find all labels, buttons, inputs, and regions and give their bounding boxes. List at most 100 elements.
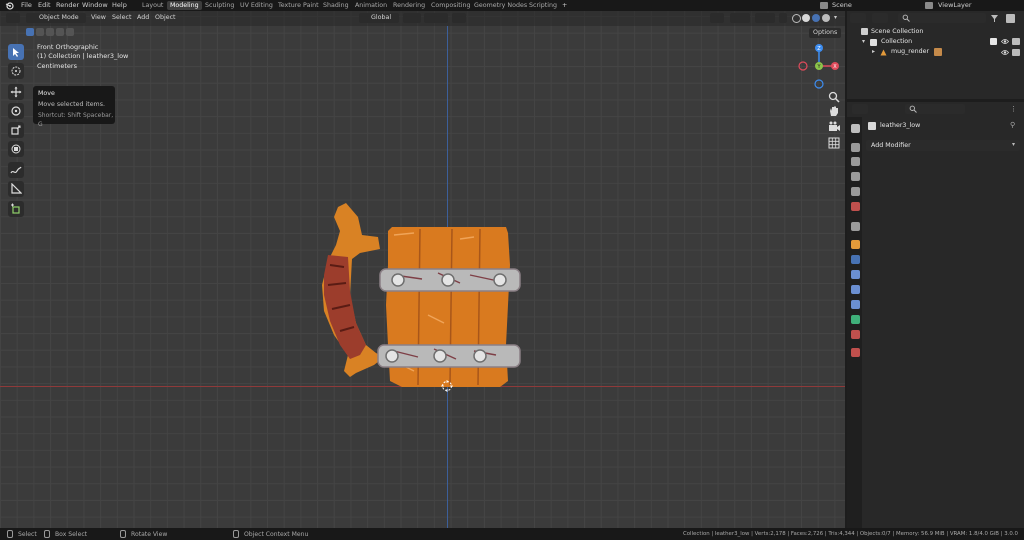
mouse-middle-icon: [120, 530, 126, 538]
scale-tool-button[interactable]: [8, 122, 24, 138]
status-box-select: Box Select: [55, 531, 88, 538]
mug-model[interactable]: [310, 195, 530, 395]
render-properties-tab[interactable]: [851, 143, 860, 152]
shading-options-button[interactable]: ▾: [834, 14, 840, 22]
move-tool-tooltip: Move Move selected items. Shortcut: Shif…: [33, 86, 115, 128]
viewport-menu-add[interactable]: Add: [137, 13, 149, 23]
tab-uv-editing[interactable]: UV Editing: [237, 1, 276, 10]
select-tool-button[interactable]: [8, 44, 24, 60]
gizmo-toggle[interactable]: [730, 13, 750, 23]
properties-options-icon[interactable]: ⋮: [1010, 105, 1017, 113]
move-tool-button[interactable]: [8, 84, 24, 100]
tab-sculpting[interactable]: Sculpting: [202, 1, 237, 10]
tab-scripting[interactable]: Scripting: [526, 1, 560, 10]
modifier-properties-tab[interactable]: [851, 255, 860, 264]
view-layer-properties-tab[interactable]: [851, 172, 860, 181]
tab-layout[interactable]: Layout: [139, 1, 166, 10]
viewport-menu-object[interactable]: Object: [155, 13, 176, 23]
gizmo-neg-z-axis[interactable]: [814, 79, 824, 89]
outliner-object[interactable]: mug_render: [891, 47, 929, 56]
outliner-display-mode-button[interactable]: [872, 13, 888, 23]
snapping-toggle[interactable]: [424, 13, 448, 23]
tab-rendering[interactable]: Rendering: [390, 1, 428, 10]
add-workspace-button[interactable]: +: [559, 1, 570, 10]
menu-file[interactable]: File: [21, 1, 32, 10]
cursor-tool-button[interactable]: [8, 63, 24, 79]
extend-selection-mode-button[interactable]: [36, 28, 44, 36]
xray-toggle[interactable]: [779, 13, 787, 23]
collection-checkbox[interactable]: [990, 38, 997, 45]
add-modifier-label: Add Modifier: [871, 142, 911, 149]
tab-shading[interactable]: Shading: [320, 1, 352, 10]
menu-edit[interactable]: Edit: [38, 1, 51, 10]
pin-icon[interactable]: ⚲: [1010, 121, 1015, 129]
tab-compositing[interactable]: Compositing: [428, 1, 473, 10]
collection-expand-arrow-icon[interactable]: ▾: [862, 38, 865, 45]
collection-properties-tab[interactable]: [851, 222, 860, 231]
menu-help[interactable]: Help: [112, 1, 127, 10]
pan-hand-icon[interactable]: [827, 104, 841, 118]
object-camera-icon[interactable]: [1012, 49, 1020, 56]
gizmo-neg-x-axis[interactable]: [798, 61, 808, 71]
grid-view-icon[interactable]: [827, 136, 841, 150]
add-cube-tool-button[interactable]: [8, 201, 24, 217]
3d-cursor-icon[interactable]: [441, 380, 453, 392]
scene-properties-tab[interactable]: [851, 187, 860, 196]
zoom-magnifier-icon[interactable]: [827, 90, 841, 104]
mug-bottom-band: [377, 344, 521, 368]
constraints-properties-tab[interactable]: [851, 300, 860, 309]
object-expand-arrow-icon[interactable]: ▸: [872, 48, 875, 55]
outliner-editor-type-button[interactable]: [850, 13, 866, 23]
new-selection-mode-button[interactable]: [26, 28, 34, 36]
outliner-collection[interactable]: Collection: [881, 37, 912, 46]
pivot-point-dropdown[interactable]: [403, 13, 421, 23]
invert-selection-mode-button[interactable]: [56, 28, 64, 36]
material-properties-tab[interactable]: [851, 330, 860, 339]
object-visibility-eye-icon[interactable]: [1000, 49, 1010, 56]
measure-tool-button[interactable]: [8, 181, 24, 197]
output-properties-tab[interactable]: [851, 157, 860, 166]
collection-visibility-eye-icon[interactable]: [1000, 38, 1010, 45]
collection-camera-icon[interactable]: [1012, 38, 1020, 45]
camera-view-icon[interactable]: [827, 120, 841, 134]
tab-modeling[interactable]: Modeling: [167, 1, 202, 10]
object-wrench-icon: [868, 122, 876, 130]
subtract-selection-mode-button[interactable]: [46, 28, 54, 36]
material-shading-icon[interactable]: [812, 14, 820, 22]
outliner-scene-collection[interactable]: Scene Collection: [871, 27, 923, 36]
navigation-gizmo[interactable]: Z X Y: [795, 42, 843, 90]
wireframe-shading-icon[interactable]: [792, 14, 801, 23]
properties-editor-type-button[interactable]: [852, 104, 868, 114]
menu-render[interactable]: Render: [56, 1, 79, 10]
scene-selector[interactable]: Scene: [832, 1, 852, 10]
menu-window[interactable]: Window: [82, 1, 108, 10]
object-properties-tab[interactable]: [851, 240, 860, 249]
particles-properties-tab[interactable]: [851, 270, 860, 279]
transform-tool-button[interactable]: [8, 141, 24, 157]
viewport-menu-select[interactable]: Select: [112, 13, 131, 23]
outliner-search-input[interactable]: [898, 13, 986, 23]
filter-icon[interactable]: [990, 14, 999, 23]
proportional-editing-toggle[interactable]: [452, 13, 466, 23]
rendered-shading-icon[interactable]: [822, 14, 830, 22]
data-properties-tab[interactable]: [851, 315, 860, 324]
blender-logo-icon[interactable]: [5, 1, 14, 10]
tool-properties-tab[interactable]: [851, 124, 860, 133]
rotate-tool-button[interactable]: [8, 103, 24, 119]
tab-animation[interactable]: Animation: [352, 1, 390, 10]
tab-geometry-nodes[interactable]: Geometry Nodes: [471, 1, 530, 10]
world-properties-tab[interactable]: [851, 202, 860, 211]
intersect-selection-mode-button[interactable]: [66, 28, 74, 36]
texture-properties-tab[interactable]: [851, 348, 860, 357]
editor-type-button[interactable]: [6, 13, 20, 23]
solid-shading-icon[interactable]: [802, 14, 810, 22]
viewlayer-selector[interactable]: ViewLayer: [938, 1, 972, 10]
viewport-menu-view[interactable]: View: [91, 13, 106, 23]
new-collection-icon[interactable]: [1006, 14, 1015, 23]
physics-properties-tab[interactable]: [851, 285, 860, 294]
properties-object-name[interactable]: leather3_low: [880, 121, 920, 130]
overlay-toggle[interactable]: [755, 13, 775, 23]
tab-texture-paint[interactable]: Texture Paint: [275, 1, 322, 10]
annotate-tool-button[interactable]: [8, 162, 24, 178]
visibility-button[interactable]: [710, 13, 724, 23]
